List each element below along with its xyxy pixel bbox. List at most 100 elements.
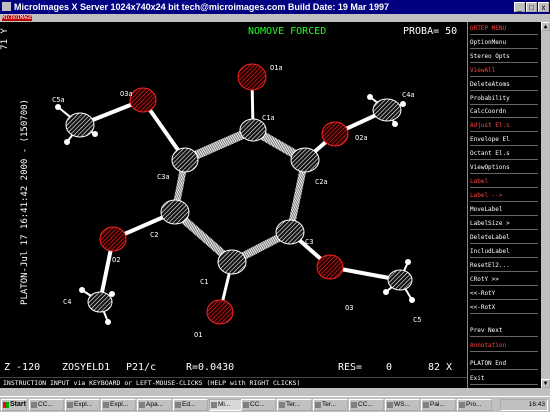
atom-label: C1a: [262, 114, 275, 122]
atom-label: C1: [200, 278, 208, 286]
app-icon: [315, 402, 321, 408]
taskbar-app-label: Expl...: [74, 401, 93, 408]
menu-separator: [470, 215, 538, 216]
taskbar-app-button[interactable]: CC...: [349, 399, 384, 411]
app-icon: [175, 402, 181, 408]
side-menu-item[interactable]: Label -->: [470, 192, 538, 199]
menu-separator: [470, 131, 538, 132]
side-menu-item[interactable]: Octant El.s: [470, 150, 538, 157]
side-menu-item[interactable]: PLATON End: [470, 360, 538, 367]
start-button[interactable]: Start: [1, 399, 27, 411]
taskbar-app-label: Ter...: [286, 401, 301, 408]
scroll-down-arrow[interactable]: ▼: [541, 379, 550, 388]
menu-separator: [470, 229, 538, 230]
menu-separator: [470, 117, 538, 118]
status-r-value: R=0.0430: [186, 362, 235, 373]
taskbar-app-button[interactable]: Ed...: [173, 399, 208, 411]
taskbar-app-button[interactable]: Ter...: [277, 399, 312, 411]
side-menu-item[interactable]: OptionMenu: [470, 39, 538, 46]
side-menu-item[interactable]: Label: [470, 178, 538, 185]
side-menu-item[interactable]: CalcCoordn: [470, 108, 538, 115]
side-menu-item[interactable]: CRotY >>: [470, 276, 538, 283]
app-icon: [103, 402, 109, 408]
side-menu-item[interactable]: ResetEl2...: [470, 262, 538, 269]
menu-separator: [470, 351, 538, 352]
atom-label: C3: [305, 238, 313, 246]
atom-label: O1: [194, 331, 202, 339]
app-icon: [211, 402, 217, 408]
taskbar-app-label: Pai...: [430, 401, 445, 408]
window-title-bar[interactable]: MicroImages X Server 1024x740x24 bit tec…: [0, 0, 550, 14]
status-res-label: RES=: [338, 362, 363, 373]
side-menu-item[interactable]: DeleteAtoms: [470, 81, 538, 88]
menu-separator: [470, 90, 538, 91]
taskbar-app-button[interactable]: Pro...: [457, 399, 492, 411]
menu-item-microimages[interactable]: MICROIMAGES: [2, 15, 32, 21]
menu-separator: [470, 201, 538, 202]
atom-label: O1a: [270, 64, 283, 72]
side-menu-item[interactable]: LabelSize >: [470, 220, 538, 227]
maximize-button[interactable]: □: [526, 2, 537, 12]
close-button[interactable]: x: [538, 2, 549, 12]
taskbar-app-label: Pro...: [466, 401, 482, 408]
ortep-canvas[interactable]: NOMOVE FORCED PROBA= 50 PLATON-Jul 17 16…: [0, 22, 467, 377]
side-menu-item[interactable]: ViewOptions: [470, 164, 538, 171]
status-res-value: 0: [386, 362, 393, 373]
atom-label: C4a: [402, 91, 415, 99]
taskbar-app-button[interactable]: Pai...: [421, 399, 456, 411]
menu-separator: [470, 76, 538, 77]
atom-label: C5: [413, 316, 421, 324]
app-icon: [67, 402, 73, 408]
side-menu-item[interactable]: IncludLabel: [470, 248, 538, 255]
status-z: Z -120: [4, 362, 41, 373]
scroll-up-arrow[interactable]: ▲: [541, 22, 550, 31]
taskbar-app-button[interactable]: CC...: [241, 399, 276, 411]
side-menu-item[interactable]: DeleteLabel: [470, 234, 538, 241]
taskbar-app-button[interactable]: Expl...: [65, 399, 100, 411]
taskbar-app-label: CC...: [250, 401, 265, 408]
taskbar-app-button[interactable]: CC...: [29, 399, 64, 411]
system-tray[interactable]: 16:43: [500, 399, 548, 411]
menu-separator: [470, 369, 538, 370]
side-menu-item[interactable]: Annotation: [470, 342, 538, 349]
taskbar-app-label: Ter...: [322, 401, 337, 408]
side-menu-item[interactable]: Probability: [470, 95, 538, 102]
taskbar: Start CC... Expl... Expl... Apa... Ed... Mi..…: [0, 396, 550, 412]
taskbar-app-button[interactable]: WS...: [385, 399, 420, 411]
side-menu-item[interactable]: Envelope El: [470, 136, 538, 143]
atom-label: O2a: [355, 134, 368, 142]
side-menu-item[interactable]: MoveLabel: [470, 206, 538, 213]
app-icon: [2, 2, 11, 11]
menu-separator: [470, 336, 538, 337]
windows-logo-icon: [3, 402, 9, 408]
status-structure-name: ZOSYELD1: [62, 362, 111, 373]
side-menu-item[interactable]: Exit: [470, 375, 538, 382]
taskbar-app-button[interactable]: Ter...: [313, 399, 348, 411]
side-menu-item[interactable]: ViewAll: [470, 67, 538, 74]
side-menu-item[interactable]: Adjust El.s: [470, 122, 538, 129]
app-icon: [139, 402, 145, 408]
side-menu-item[interactable]: <<-RotY: [470, 290, 538, 297]
taskbar-app-button[interactable]: Apa...: [137, 399, 172, 411]
atom-label: C2: [150, 231, 158, 239]
side-menu-item[interactable]: Stereo Opts: [470, 53, 538, 60]
menu-separator: [470, 285, 538, 286]
side-menu-item[interactable]: Prev Next: [470, 327, 538, 334]
command-line[interactable]: INSTRUCTION INPUT via KEYBOARD or LEFT-M…: [0, 377, 467, 388]
molecule-drawing: C5a O3a O1a C1a O2a C4a C3a C2a C2 O2 C4…: [52, 63, 421, 339]
minimize-button[interactable]: _: [514, 2, 525, 12]
side-menu-item[interactable]: ORTEP MENU: [470, 25, 538, 32]
side-menu-item[interactable]: <<-RotX: [470, 304, 538, 311]
taskbar-app-button[interactable]: Mi...: [209, 399, 244, 411]
atom-label: C2a: [315, 178, 328, 186]
menu-separator: [470, 187, 538, 188]
status-x: 82 X: [428, 362, 453, 373]
menu-separator: [470, 271, 538, 272]
menu-separator: [470, 104, 538, 105]
vertical-scrollbar[interactable]: ▲ ▼: [541, 22, 550, 388]
atom-label: C5a: [52, 96, 65, 104]
taskbar-app-button[interactable]: Expl...: [101, 399, 136, 411]
menu-separator: [470, 48, 538, 49]
horizontal-scrollbar[interactable]: [0, 388, 550, 396]
app-icon: [31, 402, 37, 408]
